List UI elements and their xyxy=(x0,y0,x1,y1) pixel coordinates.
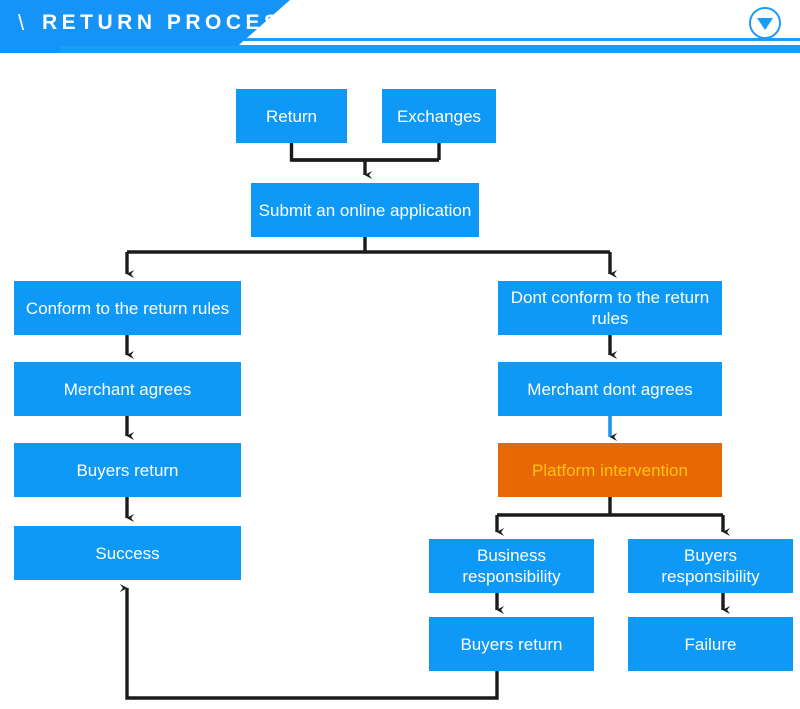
header-slash-mark: \ xyxy=(18,10,25,35)
node-platform-intervention[interactable]: Platform intervention xyxy=(498,443,722,497)
chevron-down-circle-icon[interactable] xyxy=(749,7,781,39)
node-dont-conform-to-return-rules[interactable]: Dont conform to the return rules xyxy=(498,281,722,335)
header-band-foot xyxy=(0,45,60,53)
node-conform-to-return-rules[interactable]: Conform to the return rules xyxy=(14,281,241,335)
node-failure[interactable]: Failure xyxy=(628,617,793,671)
node-buyers-responsibility[interactable]: Buyers responsibility xyxy=(628,539,793,593)
node-merchant-dont-agrees[interactable]: Merchant dont agrees xyxy=(498,362,722,416)
node-business-responsibility[interactable]: Business responsibility xyxy=(429,539,594,593)
chevron-down-glyph xyxy=(757,18,773,30)
edge-return-to-submit xyxy=(289,143,439,162)
node-return[interactable]: Return xyxy=(236,89,347,143)
node-exchanges[interactable]: Exchanges xyxy=(382,89,496,143)
header-rule-thick xyxy=(60,45,800,53)
page-header: \ RETURN PROCESS xyxy=(0,0,800,56)
node-buyers-return-right[interactable]: Buyers return xyxy=(429,617,594,671)
node-success[interactable]: Success xyxy=(14,526,241,580)
node-buyers-return-left[interactable]: Buyers return xyxy=(14,443,241,497)
node-merchant-agrees[interactable]: Merchant agrees xyxy=(14,362,241,416)
flowchart-page: \ RETURN PROCESS Return Exchanges Submit… xyxy=(0,0,800,709)
page-title: RETURN PROCESS xyxy=(42,11,302,34)
node-submit-online-application[interactable]: Submit an online application xyxy=(251,183,479,237)
